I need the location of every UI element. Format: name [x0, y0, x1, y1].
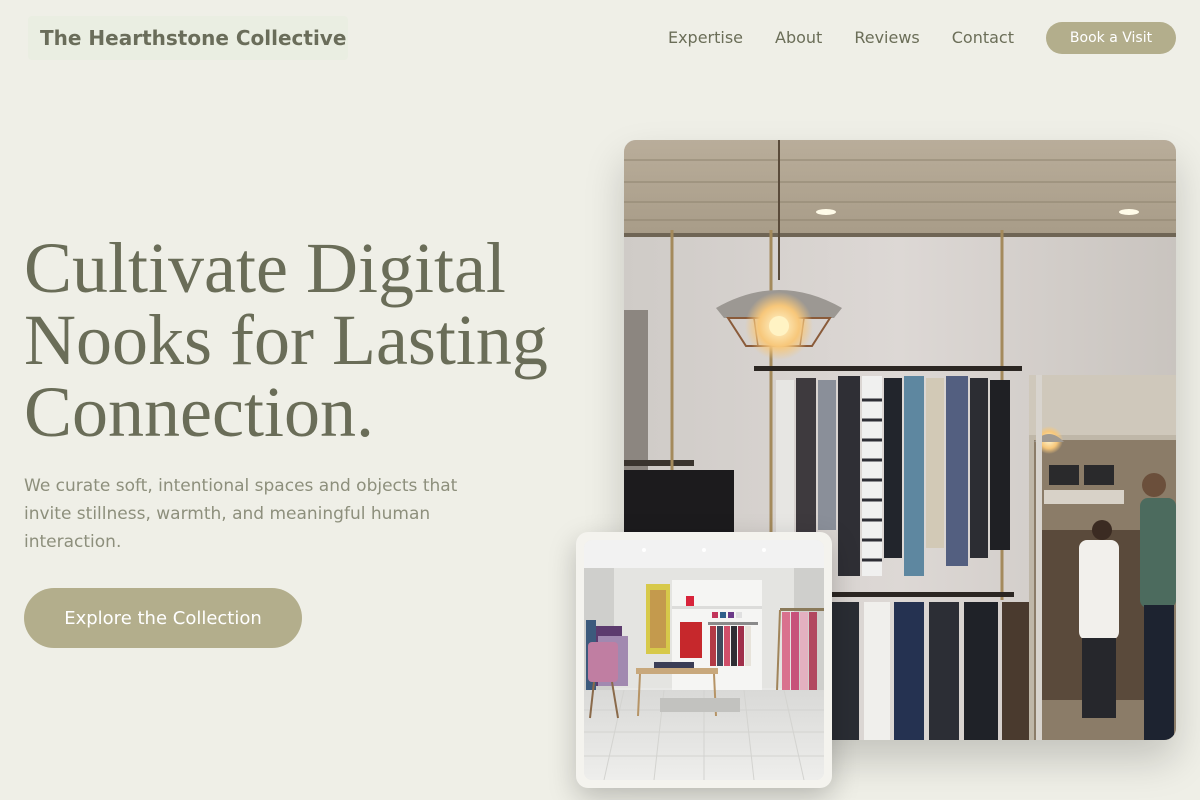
- nav-link-contact[interactable]: Contact: [952, 23, 1014, 53]
- hero-title: Cultivate Digital Nooks for Lasting Conn…: [24, 232, 584, 448]
- hero-subtitle: We curate soft, intentional spaces and o…: [24, 476, 458, 552]
- main-nav: Expertise About Reviews Contact Book a V…: [668, 22, 1176, 54]
- hero-title-line: Cultivate Digital: [24, 228, 506, 308]
- explore-collection-button[interactable]: Explore the Collection: [24, 588, 302, 648]
- bright-clothing-store-photo: [584, 540, 824, 780]
- book-visit-button[interactable]: Book a Visit: [1046, 22, 1176, 54]
- nav-link-reviews[interactable]: Reviews: [854, 23, 919, 53]
- hero-title-line: Nooks for Lasting: [24, 300, 548, 380]
- hero-title-line: Connection.: [24, 372, 374, 452]
- brand-logo[interactable]: The Hearthstone Collective: [28, 16, 348, 60]
- inset-photo-frame: [576, 532, 832, 788]
- nav-link-expertise[interactable]: Expertise: [668, 23, 743, 53]
- nav-link-about[interactable]: About: [775, 23, 822, 53]
